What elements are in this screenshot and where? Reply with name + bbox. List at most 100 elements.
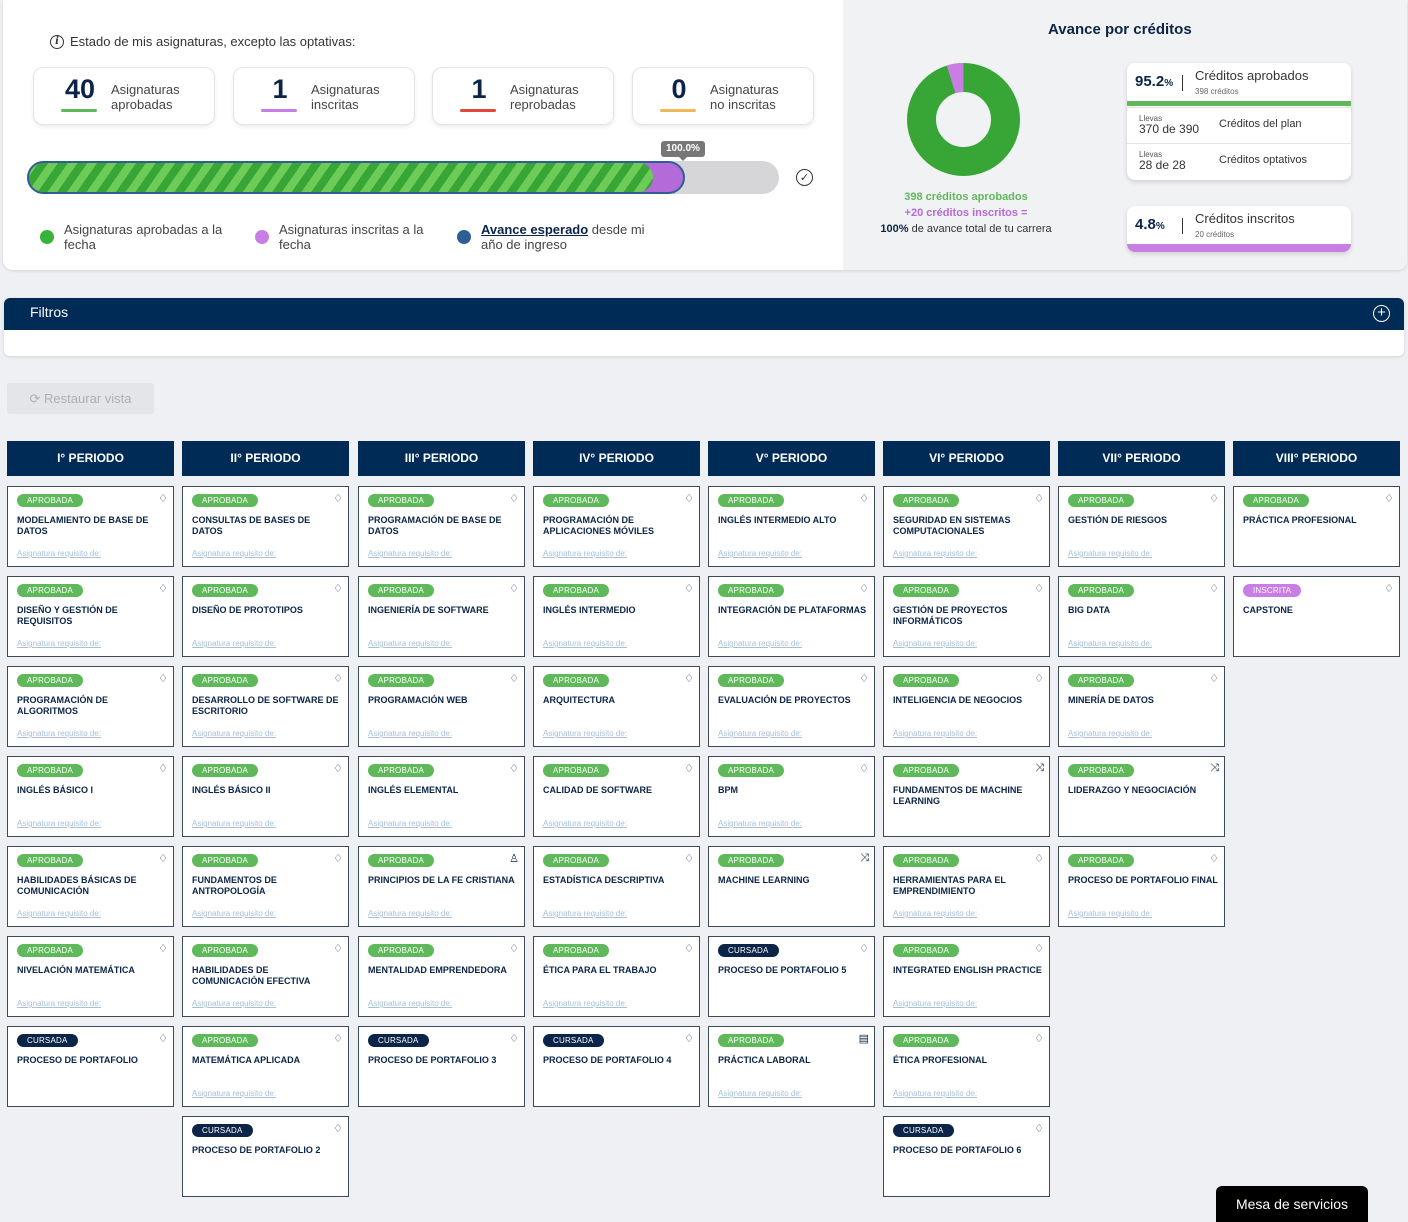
requisite-link[interactable]: Asignatura requisito de:	[893, 909, 977, 918]
course-card[interactable]: CURSADA ♢ Proceso de portafolio 5	[708, 936, 875, 1017]
course-card[interactable]: APROBADA ♢ BPM Asignatura requisito de:	[708, 756, 875, 837]
requisite-link[interactable]: Asignatura requisito de:	[17, 909, 101, 918]
course-card[interactable]: APROBADA ♢ Nivelación matemática Asignatu…	[7, 936, 174, 1017]
requisite-link[interactable]: Asignatura requisito de:	[718, 639, 802, 648]
course-card[interactable]: APROBADA ♢ Proceso de portafolio final As…	[1058, 846, 1225, 927]
course-card[interactable]: APROBADA ♢ Arquitectura Asignatura requis…	[533, 666, 700, 747]
requisite-link[interactable]: Asignatura requisito de:	[893, 999, 977, 1008]
requisite-link[interactable]: Asignatura requisito de:	[718, 1089, 802, 1098]
course-card[interactable]: APROBADA ♢ Gestión de riesgos Asignatura …	[1058, 486, 1225, 567]
course-card[interactable]: APROBADA ♙ Principios de la fe cristiana…	[358, 846, 525, 927]
course-card[interactable]: APROBADA ♢ Programación de aplicaciones …	[533, 486, 700, 567]
course-card[interactable]: APROBADA ♢ Programación web Asignatura re…	[358, 666, 525, 747]
course-card[interactable]: APROBADA ⤨ Liderazgo y negociación	[1058, 756, 1225, 837]
course-card[interactable]: APROBADA ♢ Diseño y gestión de requisito…	[7, 576, 174, 657]
requisite-link[interactable]: Asignatura requisito de:	[543, 819, 627, 828]
requisite-link[interactable]: Asignatura requisito de:	[192, 549, 276, 558]
course-card[interactable]: APROBADA ♢ Desarrollo de software de esc…	[182, 666, 349, 747]
diamond-icon: ♢	[859, 763, 869, 775]
course-card[interactable]: APROBADA ♢ Estadística descriptiva Asigna…	[533, 846, 700, 927]
requisite-link[interactable]: Asignatura requisito de:	[368, 819, 452, 828]
course-card[interactable]: APROBADA ♢ Matemática aplicada Asignatura…	[182, 1026, 349, 1107]
requisite-link[interactable]: Asignatura requisito de:	[368, 909, 452, 918]
course-card[interactable]: CURSADA ♢ Proceso de portafolio 6	[883, 1116, 1050, 1197]
course-card[interactable]: APROBADA ♢ Integración de plataformas Asi…	[708, 576, 875, 657]
course-card[interactable]: CURSADA ♢ Proceso de portafolio 3	[358, 1026, 525, 1107]
course-card[interactable]: CURSADA ♢ Proceso de portafolio 2	[182, 1116, 349, 1197]
course-card[interactable]: APROBADA ♢ Habilidades de comunicación e…	[182, 936, 349, 1017]
requisite-link[interactable]: Asignatura requisito de:	[368, 729, 452, 738]
requisite-link[interactable]: Asignatura requisito de:	[718, 549, 802, 558]
course-card[interactable]: APROBADA ♢ Inglés intermedio alto Asignat…	[708, 486, 875, 567]
course-card[interactable]: APROBADA ♢ Mentalidad emprendedora Asigna…	[358, 936, 525, 1017]
requisite-link[interactable]: Asignatura requisito de:	[192, 999, 276, 1008]
course-card[interactable]: APROBADA ♢ Inteligencia de negocios Asign…	[883, 666, 1050, 747]
service-desk-button[interactable]: Mesa de servicios	[1216, 1186, 1368, 1222]
requisite-link[interactable]: Asignatura requisito de:	[192, 639, 276, 648]
requisite-link[interactable]: Asignatura requisito de:	[1068, 909, 1152, 918]
expand-filters-icon[interactable]: +	[1373, 305, 1390, 322]
course-card[interactable]: APROBADA ♢ Modelamiento de base de datos…	[7, 486, 174, 567]
requisite-link[interactable]: Asignatura requisito de:	[893, 729, 977, 738]
filters-header[interactable]: Filtros	[4, 298, 1404, 330]
requisite-link[interactable]: Asignatura requisito de:	[192, 819, 276, 828]
course-card[interactable]: APROBADA ♢ Calidad de software Asignatura…	[533, 756, 700, 837]
course-card[interactable]: APROBADA ♢ Diseño de prototipos Asignatur…	[182, 576, 349, 657]
course-card[interactable]: APROBADA ♢ Inglés elemental Asignatura re…	[358, 756, 525, 837]
requisite-link[interactable]: Asignatura requisito de:	[893, 549, 977, 558]
course-card[interactable]: APROBADA ♢ Minería de datos Asignatura re…	[1058, 666, 1225, 747]
status-badge: APROBADA	[368, 494, 435, 507]
course-card[interactable]: APROBADA ♢ Ética para el trabajo Asignatu…	[533, 936, 700, 1017]
course-card[interactable]: APROBADA ⤨ Machine learning	[708, 846, 875, 927]
course-card[interactable]: APROBADA ♢ Seguridad en sistemas computa…	[883, 486, 1050, 567]
requisite-link[interactable]: Asignatura requisito de:	[17, 639, 101, 648]
requisite-link[interactable]: Asignatura requisito de:	[543, 639, 627, 648]
course-card[interactable]: APROBADA ♢ Ética profesional Asignatura r…	[883, 1026, 1050, 1107]
course-card[interactable]: APROBADA ▤ Práctica laboral Asignatura re…	[708, 1026, 875, 1107]
requisite-link[interactable]: Asignatura requisito de:	[543, 999, 627, 1008]
restore-view-button[interactable]: ⟳ Restaurar vista	[7, 383, 154, 414]
course-card[interactable]: CURSADA ♢ Proceso de portafolio 4	[533, 1026, 700, 1107]
requisite-link[interactable]: Asignatura requisito de:	[893, 1089, 977, 1098]
requisite-link[interactable]: Asignatura requisito de:	[368, 549, 452, 558]
requisite-link[interactable]: Asignatura requisito de:	[192, 909, 276, 918]
course-card[interactable]: APROBADA ♢ Consultas de bases de datos As…	[182, 486, 349, 567]
course-card[interactable]: APROBADA ♢ Inglés intermedio Asignatura r…	[533, 576, 700, 657]
course-card[interactable]: APROBADA ♢ Gestión de proyectos informát…	[883, 576, 1050, 657]
course-card[interactable]: APROBADA ♢ Herramientas para el emprendi…	[883, 846, 1050, 927]
course-card[interactable]: INSCRITA ♢ Capstone	[1233, 576, 1400, 657]
course-card[interactable]: APROBADA ♢ Integrated English Practice As…	[883, 936, 1050, 1017]
course-card[interactable]: APROBADA ♢ Inglés básico I Asignatura req…	[7, 756, 174, 837]
course-card[interactable]: APROBADA ♢ Programación de algoritmos Asi…	[7, 666, 174, 747]
requisite-link[interactable]: Asignatura requisito de:	[368, 999, 452, 1008]
requisite-link[interactable]: Asignatura requisito de:	[1068, 729, 1152, 738]
course-card[interactable]: APROBADA ♢ Evaluación de proyectos Asigna…	[708, 666, 875, 747]
requisite-link[interactable]: Asignatura requisito de:	[368, 639, 452, 648]
status-info-text: Estado de mis asignaturas, excepto las o…	[70, 34, 356, 49]
course-card[interactable]: APROBADA ♢ Big data Asignatura requisito …	[1058, 576, 1225, 657]
requisite-link[interactable]: Asignatura requisito de:	[192, 1089, 276, 1098]
expected-progress-link[interactable]: Avance esperado	[481, 222, 588, 237]
diamond-icon: ♢	[1384, 493, 1394, 505]
requisite-link[interactable]: Asignatura requisito de:	[17, 999, 101, 1008]
course-card[interactable]: CURSADA ♢ Proceso de portafolio	[7, 1026, 174, 1107]
course-card[interactable]: APROBADA ♢ Programación de base de datos…	[358, 486, 525, 567]
requisite-link[interactable]: Asignatura requisito de:	[893, 639, 977, 648]
requisite-link[interactable]: Asignatura requisito de:	[718, 819, 802, 828]
requisite-link[interactable]: Asignatura requisito de:	[543, 549, 627, 558]
requisite-link[interactable]: Asignatura requisito de:	[1068, 639, 1152, 648]
requisite-link[interactable]: Asignatura requisito de:	[718, 729, 802, 738]
requisite-link[interactable]: Asignatura requisito de:	[17, 729, 101, 738]
requisite-link[interactable]: Asignatura requisito de:	[1068, 549, 1152, 558]
course-card[interactable]: APROBADA ♢ Inglés básico II Asignatura re…	[182, 756, 349, 837]
course-card[interactable]: APROBADA ♢ Fundamentos de antropología As…	[182, 846, 349, 927]
course-card[interactable]: APROBADA ♢ Práctica profesional	[1233, 486, 1400, 567]
course-card[interactable]: APROBADA ⤨ Fundamentos de machine learni…	[883, 756, 1050, 837]
requisite-link[interactable]: Asignatura requisito de:	[543, 909, 627, 918]
course-card[interactable]: APROBADA ♢ Ingeniería de software Asignat…	[358, 576, 525, 657]
requisite-link[interactable]: Asignatura requisito de:	[17, 819, 101, 828]
requisite-link[interactable]: Asignatura requisito de:	[17, 549, 101, 558]
requisite-link[interactable]: Asignatura requisito de:	[192, 729, 276, 738]
course-card[interactable]: APROBADA ♢ Habilidades básicas de comuni…	[7, 846, 174, 927]
requisite-link[interactable]: Asignatura requisito de:	[543, 729, 627, 738]
